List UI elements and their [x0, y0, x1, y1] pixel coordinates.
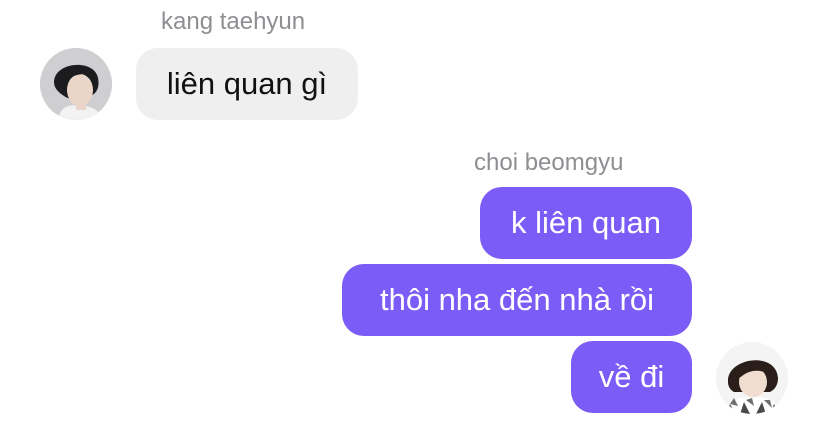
message-bubble-outgoing[interactable]: thôi nha đến nhà rồi: [342, 264, 692, 336]
message-bubble-incoming[interactable]: liên quan gì: [136, 48, 358, 120]
message-text: k liên quan: [511, 205, 661, 240]
sender-name-taehyun: kang taehyun: [161, 8, 306, 35]
message-text: liên quan gì: [166, 66, 328, 101]
message-text: thôi nha đến nhà rồi: [379, 282, 655, 317]
user-avatar-icon: [716, 342, 788, 414]
user-avatar-icon: [40, 48, 112, 120]
sender-name-beomgyu: choi beomgyu: [474, 149, 624, 176]
message-bubble-outgoing[interactable]: k liên quan: [480, 187, 692, 259]
message-text: về đi: [598, 359, 665, 394]
message-bubble-outgoing[interactable]: về đi: [571, 341, 692, 413]
avatar-beomgyu[interactable]: [716, 342, 788, 414]
avatar-taehyun[interactable]: [40, 48, 112, 120]
